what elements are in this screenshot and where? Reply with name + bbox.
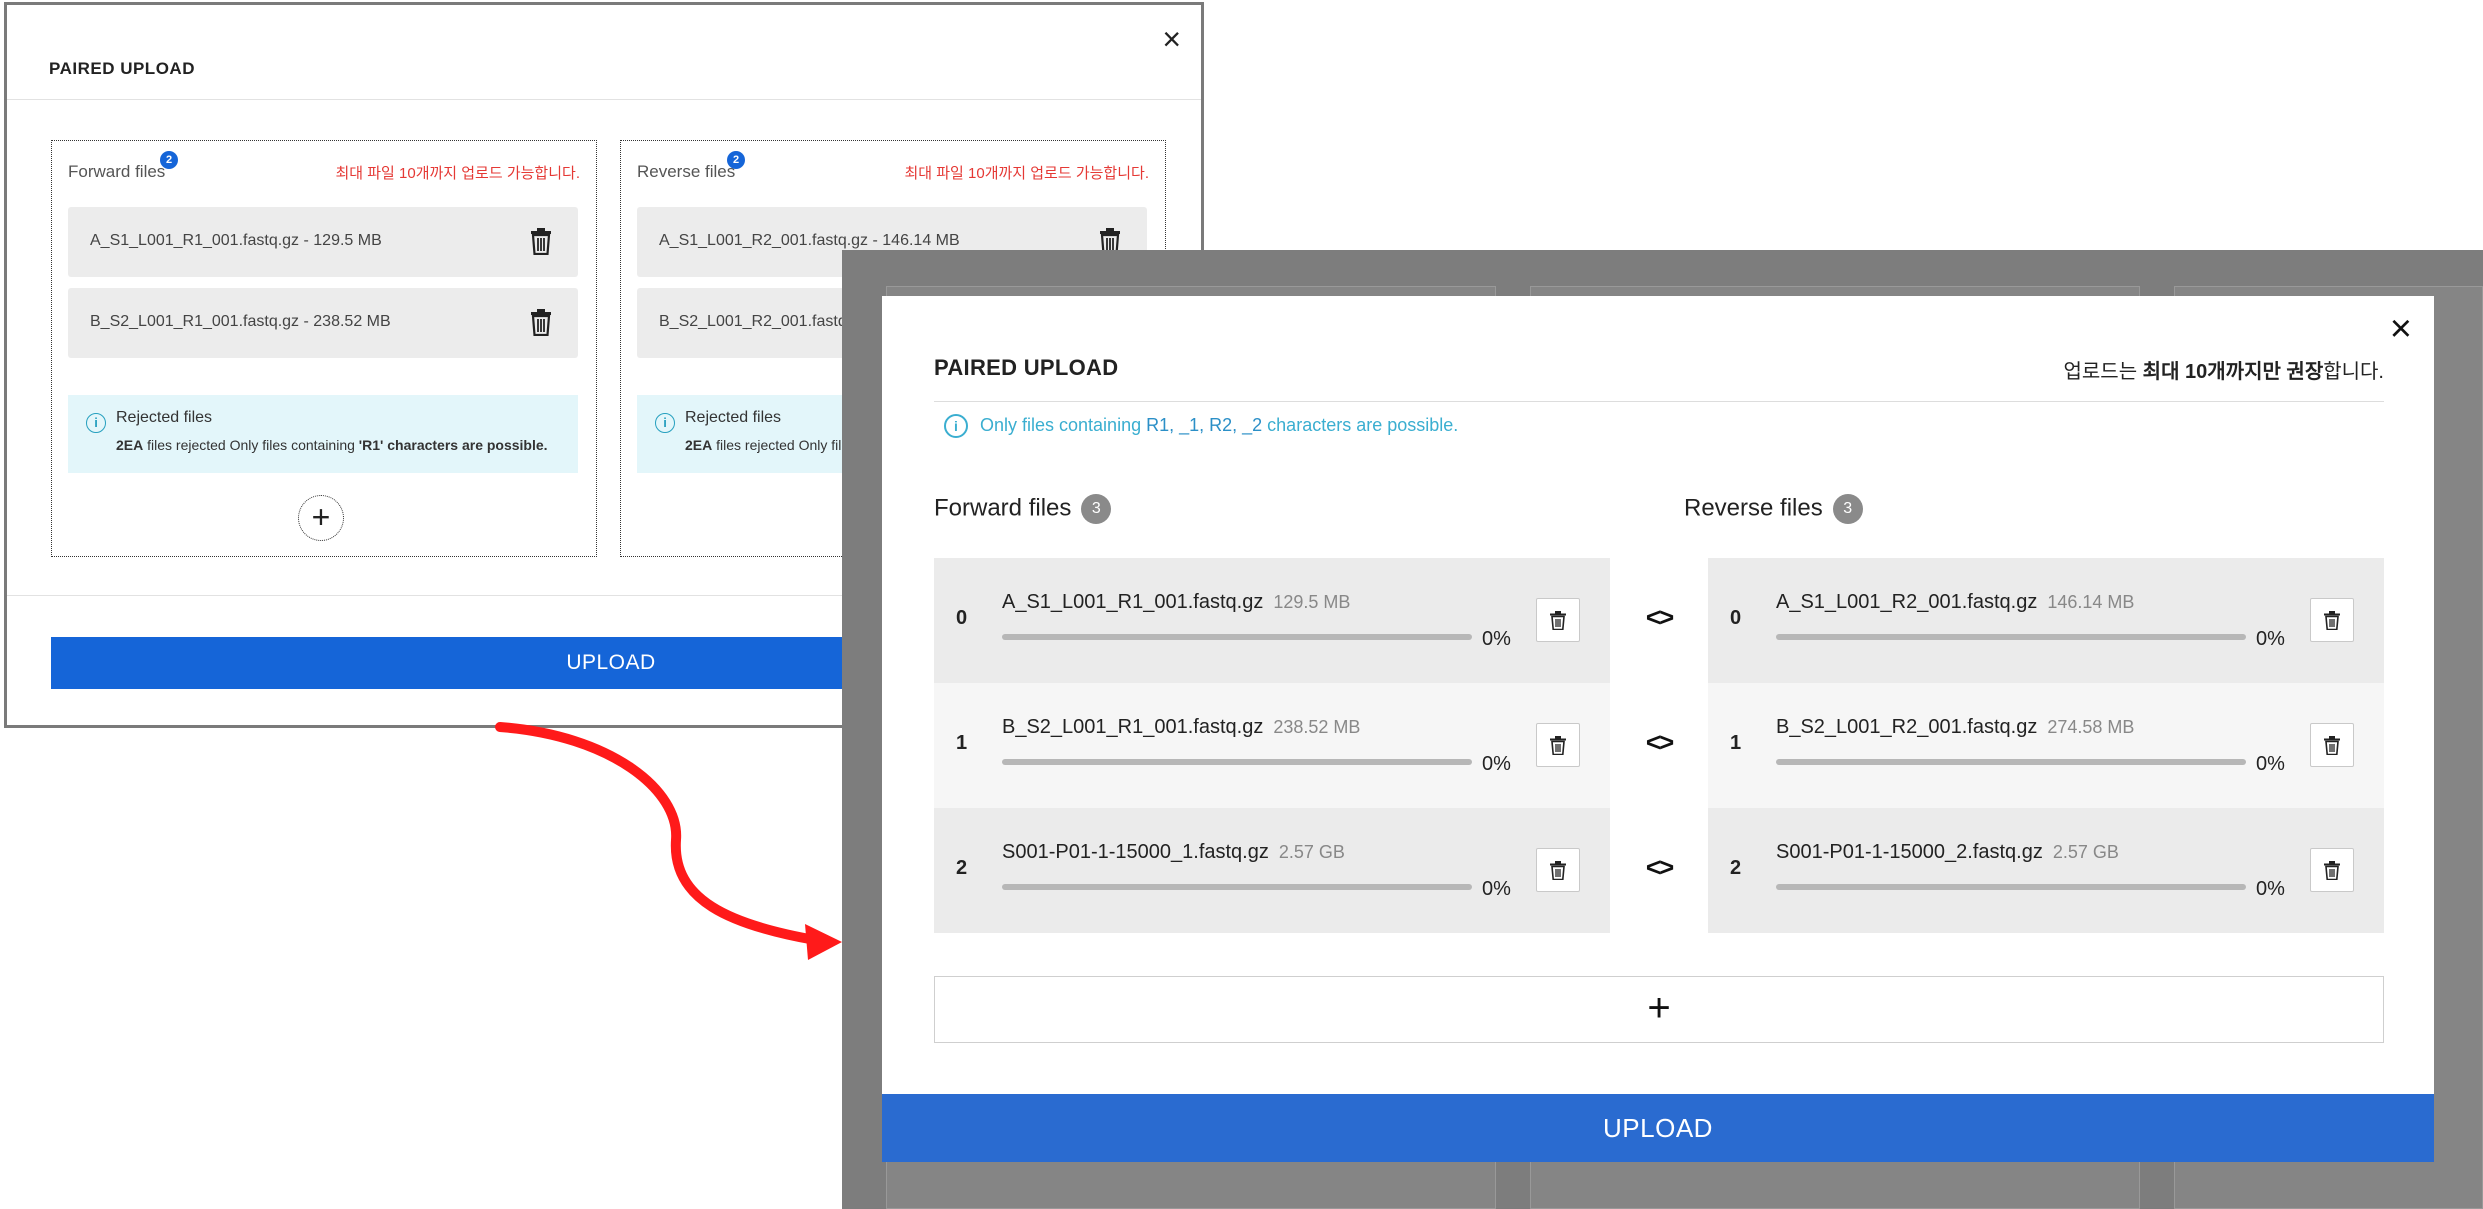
forward-files-heading: Forward files 3 xyxy=(934,494,1112,524)
header-divider xyxy=(934,401,2384,402)
reverse-file-row: 1 B_S2_L001_R2_001.fastq.gz 274.58 MB 0% xyxy=(1708,683,2384,808)
file-size: 2.57 GB xyxy=(1278,842,1345,862)
close-icon[interactable]: × xyxy=(2390,310,2412,348)
delete-file-button[interactable] xyxy=(2310,848,2354,892)
reverse-file-row: 0 A_S1_L001_R2_001.fastq.gz 146.14 MB 0% xyxy=(1708,558,2384,683)
forward-file-row: 0 A_S1_L001_R1_001.fastq.gz 129.5 MB 0% xyxy=(934,558,1610,683)
old-forward-file-item: B_S2_L001_R1_001.fastq.gz - 238.52 MB xyxy=(68,288,578,358)
old-divider xyxy=(7,99,1201,100)
file-size: 129.5 MB xyxy=(1273,592,1351,612)
old-rejected-files-notice: i Rejected files 2EA files rejected Only… xyxy=(68,395,578,473)
file-name: A_S1_L001_R2_001.fastq.gz 146.14 MB xyxy=(1776,591,2135,613)
old-close-icon[interactable]: × xyxy=(1162,23,1181,55)
file-size: 238.52 MB xyxy=(1273,717,1361,737)
upload-progress-percent: 0% xyxy=(1482,628,1511,650)
upload-progress-bar xyxy=(1002,884,1472,890)
reverse-files-heading: Reverse files 3 xyxy=(1684,494,1863,524)
forward-file-row: 2 S001-P01-1-15000_1.fastq.gz 2.57 GB 0% xyxy=(934,808,1610,933)
old-dialog-title: PAIRED UPLOAD xyxy=(49,59,195,78)
upload-progress-percent: 0% xyxy=(1482,878,1511,900)
info-icon: i xyxy=(655,413,675,433)
file-index: 1 xyxy=(956,732,968,754)
upload-button[interactable]: UPLOAD xyxy=(882,1094,2434,1162)
upload-progress-bar xyxy=(1002,759,1472,765)
info-icon: i xyxy=(86,413,106,433)
info-icon: i xyxy=(944,414,968,438)
file-index: 0 xyxy=(1730,607,1742,629)
forward-file-row: 1 B_S2_L001_R1_001.fastq.gz 238.52 MB 0% xyxy=(934,683,1610,808)
old-forward-panel: Forward files 2 최대 파일 10개까지 업로드 가능합니다. A… xyxy=(51,140,597,557)
swap-pair-icon[interactable]: <> xyxy=(1639,852,1679,883)
file-name: S001-P01-1-15000_2.fastq.gz 2.57 GB xyxy=(1776,841,2119,863)
reverse-count-badge: 3 xyxy=(1832,494,1863,524)
old-reverse-count-badge: 2 xyxy=(727,151,745,169)
file-name: A_S1_L001_R1_001.fastq.gz 129.5 MB xyxy=(1002,591,1351,613)
rejected-title: Rejected files xyxy=(685,409,782,426)
new-paired-upload-dialog: × PAIRED UPLOAD 업로드는 최대 10개까지만 권장합니다. iO… xyxy=(882,296,2434,1162)
file-size: 274.58 MB xyxy=(2047,717,2135,737)
old-forward-file-item: A_S1_L001_R1_001.fastq.gz - 129.5 MB xyxy=(68,207,578,277)
rejected-title: Rejected files xyxy=(116,409,213,426)
upload-progress-bar xyxy=(1776,884,2246,890)
swap-pair-icon[interactable]: <> xyxy=(1639,602,1679,633)
file-index: 1 xyxy=(1730,732,1742,754)
old-forward-count-badge: 2 xyxy=(160,151,178,169)
old-file-name: A_S1_L001_R1_001.fastq.gz - 129.5 MB xyxy=(90,232,382,249)
dialog-title: PAIRED UPLOAD xyxy=(934,355,1119,380)
old-reverse-limit-text: 최대 파일 10개까지 업로드 가능합니다. xyxy=(904,165,1149,182)
old-forward-limit-text: 최대 파일 10개까지 업로드 가능합니다. xyxy=(335,165,580,182)
old-file-name: B_S2_L001_R1_001.fastq.gz - 238.52 MB xyxy=(90,313,391,330)
upload-progress-bar xyxy=(1776,634,2246,640)
trash-icon[interactable] xyxy=(530,308,552,336)
delete-file-button[interactable] xyxy=(2310,598,2354,642)
upload-progress-percent: 0% xyxy=(1482,753,1511,775)
delete-file-button[interactable] xyxy=(1536,723,1580,767)
upload-recommendation: 업로드는 최대 10개까지만 권장합니다. xyxy=(2063,361,2385,383)
old-file-name: B_S2_L001_R2_001.fastq.gz xyxy=(659,313,869,330)
old-forward-label: Forward files xyxy=(68,162,166,181)
file-name: S001-P01-1-15000_1.fastq.gz 2.57 GB xyxy=(1002,841,1345,863)
file-size: 2.57 GB xyxy=(2052,842,2119,862)
file-naming-hint: i Only files containing R1, _1, R2, _2 ch… xyxy=(944,414,1458,438)
old-add-file-button[interactable]: + xyxy=(298,495,344,541)
file-name: B_S2_L001_R2_001.fastq.gz 274.58 MB xyxy=(1776,716,2135,738)
file-size: 146.14 MB xyxy=(2047,592,2135,612)
delete-file-button[interactable] xyxy=(1536,848,1580,892)
upload-progress-bar xyxy=(1002,634,1472,640)
old-file-name: A_S1_L001_R2_001.fastq.gz - 146.14 MB xyxy=(659,232,960,249)
forward-count-badge: 3 xyxy=(1081,494,1112,524)
file-index: 2 xyxy=(1730,857,1742,879)
file-name: B_S2_L001_R1_001.fastq.gz 238.52 MB xyxy=(1002,716,1361,738)
upload-progress-bar xyxy=(1776,759,2246,765)
file-index: 0 xyxy=(956,607,968,629)
rejected-description: 2EA files rejected Only files containing… xyxy=(116,437,548,453)
trash-icon[interactable] xyxy=(530,227,552,255)
upload-progress-percent: 0% xyxy=(2256,878,2285,900)
rejected-description: 2EA files rejected Only file xyxy=(685,437,850,453)
old-reverse-label: Reverse files xyxy=(637,162,736,181)
reverse-file-row: 2 S001-P01-1-15000_2.fastq.gz 2.57 GB 0% xyxy=(1708,808,2384,933)
delete-file-button[interactable] xyxy=(2310,723,2354,767)
upload-progress-percent: 0% xyxy=(2256,753,2285,775)
add-file-pair-button[interactable]: + xyxy=(934,976,2384,1043)
file-index: 2 xyxy=(956,857,968,879)
upload-progress-percent: 0% xyxy=(2256,628,2285,650)
delete-file-button[interactable] xyxy=(1536,598,1580,642)
swap-pair-icon[interactable]: <> xyxy=(1639,727,1679,758)
